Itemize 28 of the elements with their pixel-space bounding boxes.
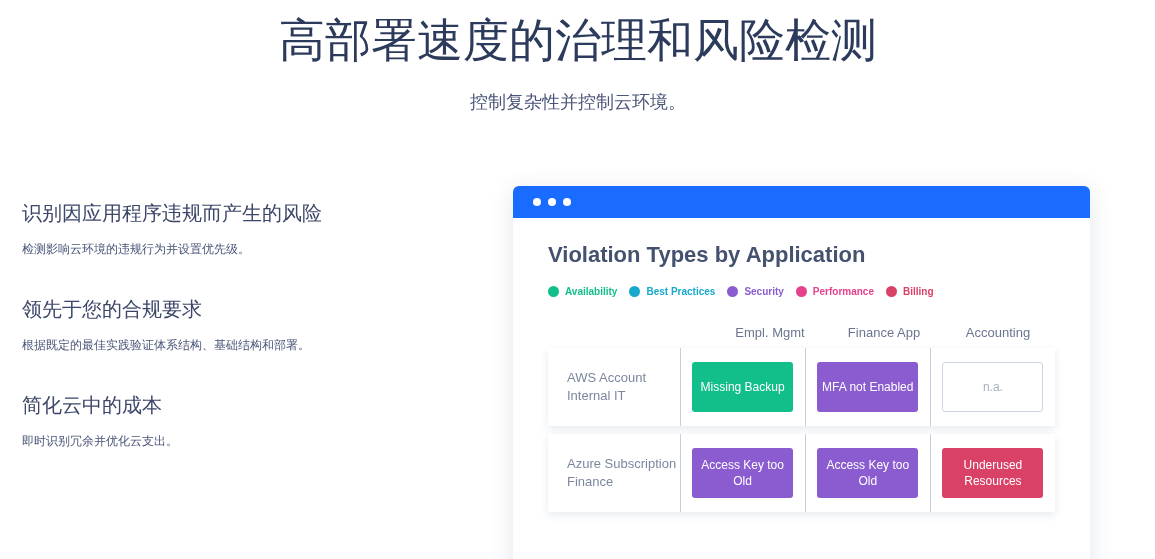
feature-heading: 识别因应用程序违规而产生的风险: [22, 201, 322, 226]
feature-heading: 简化云中的成本: [22, 393, 162, 418]
feature-description: 根据既定的最佳实践验证体系结构、基础结构和部署。: [22, 337, 310, 354]
dot-icon: [533, 198, 541, 206]
column-header: Finance App: [847, 325, 921, 340]
legend-label: Availability: [565, 286, 618, 297]
dot-icon: [548, 198, 556, 206]
empty-tag: n.a.: [942, 362, 1044, 412]
violation-tag: Underused Resources: [942, 448, 1044, 498]
violation-tag: MFA not Enabled: [817, 362, 919, 412]
feature-heading: 领先于您的合规要求: [22, 297, 202, 322]
chart-title: Violation Types by Application: [548, 242, 866, 268]
legend-label: Billing: [903, 286, 934, 297]
column-header: Accounting: [965, 325, 1031, 340]
violation-tag: Access Key too Old: [692, 448, 794, 498]
page-title: 高部署速度的治理和风险检测: [278, 13, 877, 68]
feature-description: 检测影响云环境的违规行为并设置优先级。: [22, 241, 250, 258]
feature-description: 即时识别冗余并优化云支出。: [22, 433, 178, 450]
page-subtitle: 控制复杂性并控制云环境。: [469, 91, 686, 114]
row-label: AWS Account Internal IT: [567, 370, 646, 403]
legend-label: Security: [744, 286, 784, 297]
legend-label: Best Practices: [646, 286, 716, 297]
legend-label: Performance: [812, 286, 874, 297]
row-label: Azure Subscription Finance: [567, 456, 677, 489]
violation-tag: Missing Backup: [692, 362, 794, 412]
column-header: Empl. Mgmt: [735, 325, 805, 340]
dot-icon: [563, 198, 571, 206]
violation-tag: Access Key too Old: [817, 448, 919, 498]
